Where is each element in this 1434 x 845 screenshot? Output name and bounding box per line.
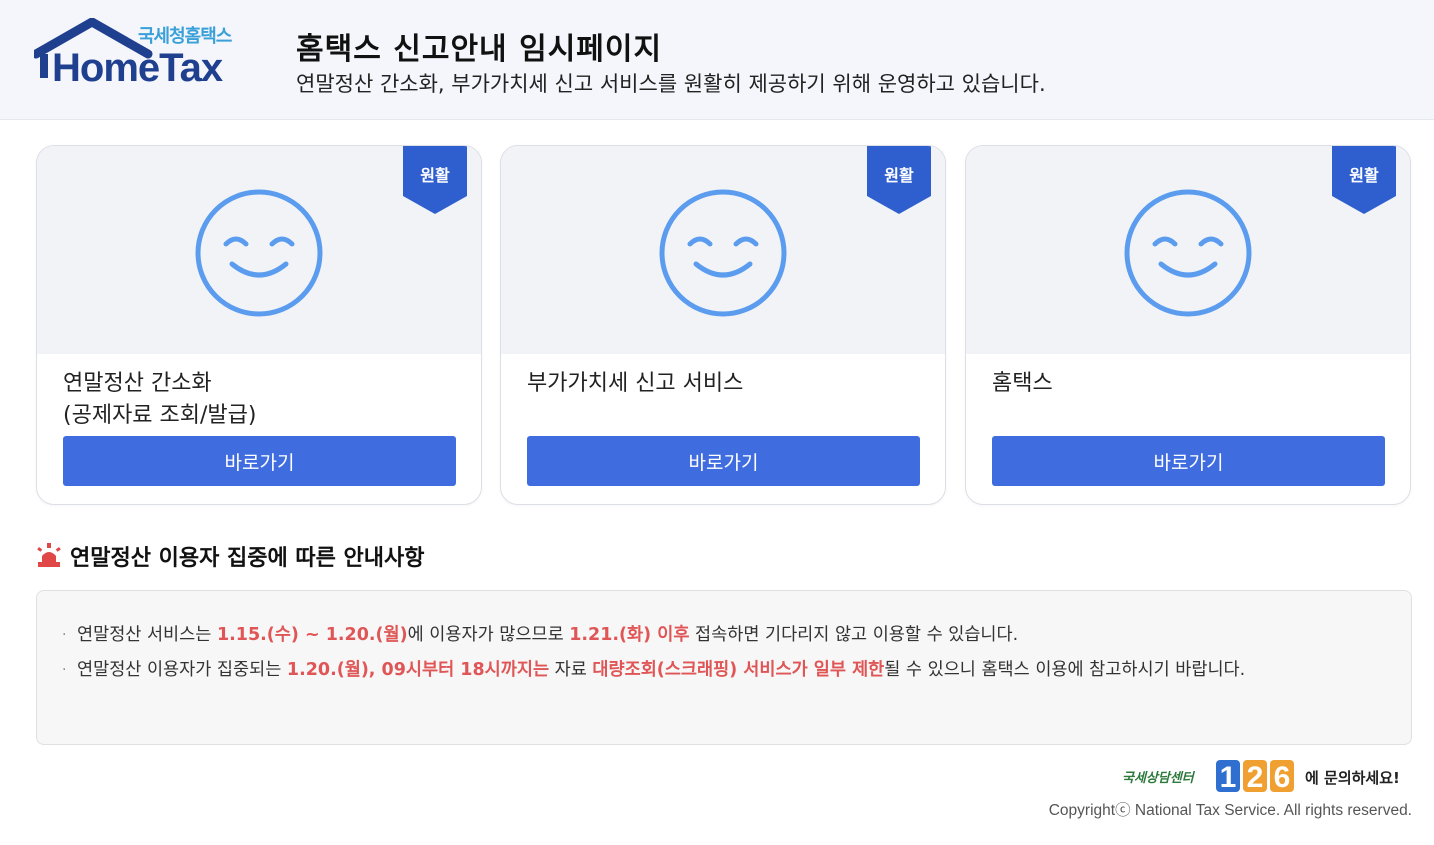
smile-icon [195, 189, 323, 317]
go-button-hometax[interactable]: 바로가기 [992, 436, 1385, 486]
call-number-text: 1 [1220, 761, 1237, 794]
page-title: 홈택스 신고안내 임시페이지 [296, 32, 663, 67]
call-number-digit: 2 [1247, 761, 1264, 794]
copyright: Copyrightⓒ National Tax Service. All rig… [1048, 802, 1412, 819]
card-title: 홈택스 [992, 371, 1053, 396]
call-center-label: 국세상담센터 [1122, 771, 1194, 786]
service-card-hometax: 원활 홈택스 바로가기 [965, 145, 1411, 505]
call-number-126: 1 26 [1216, 760, 1294, 794]
page-subtitle: 연말정산 간소화, 부가가치세 신고 서비스를 원활히 제공하기 위해 운영하고… [296, 72, 1046, 96]
siren-icon [37, 543, 61, 567]
notice-highlight: 1.21.(화) 이후 [569, 625, 690, 645]
notice-item: · 연말정산 서비스는 1.15.(수) ~ 1.20.(월)에 이용자가 많으… [62, 621, 1337, 649]
page-header: 국세청홈택스 HomeTax 홈택스 신고안내 임시페이지 연말정산 간소화, … [0, 0, 1434, 120]
card-title: 연말정산 간소화 (공제자료 조회/발급) [63, 371, 257, 428]
notice-text: 에 이용자가 많으므로 [407, 625, 570, 645]
smile-icon [659, 189, 787, 317]
notice-title: 연말정산 이용자 집중에 따른 안내사항 [70, 546, 425, 571]
notice-item: · 연말정산 이용자가 집중되는 1.20.(월), 09시부터 18시까지는 … [62, 656, 1337, 684]
notice-text: 연말정산 이용자가 집중되는 [77, 660, 287, 680]
logo-wordmark: HomeTax [52, 46, 223, 90]
card-image-area: 원활 [966, 146, 1410, 354]
go-button-yearend[interactable]: 바로가기 [63, 436, 456, 486]
hometax-logo[interactable]: 국세청홈택스 HomeTax [34, 18, 250, 92]
notice-text: 될 수 있으니 홈택스 이용에 참고하시기 바랍니다. [884, 660, 1246, 680]
service-card-yearend: 원활 연말정산 간소화 (공제자료 조회/발급) 바로가기 [36, 145, 482, 505]
notice-highlight: 대량조회(스크래핑) 서비스가 일부 제한 [592, 660, 885, 680]
status-badge: 원활 [420, 166, 450, 185]
logo-subtext: 국세청홈택스 [138, 26, 232, 47]
notice-text: 연말정산 서비스는 [77, 625, 217, 645]
bullet-icon: · [62, 662, 67, 678]
card-image-area: 원활 [37, 146, 481, 354]
call-number-digit: 6 [1274, 761, 1291, 794]
card-title: 부가가치세 신고 서비스 [527, 371, 744, 396]
smile-icon [1124, 189, 1252, 317]
go-button-vat[interactable]: 바로가기 [527, 436, 920, 486]
notice-box: · 연말정산 서비스는 1.15.(수) ~ 1.20.(월)에 이용자가 많으… [36, 590, 1412, 745]
notice-highlight: 1.15.(수) ~ 1.20.(월) [216, 625, 408, 645]
service-card-vat: 원활 부가가치세 신고 서비스 바로가기 [500, 145, 946, 505]
notice-highlight: 1.20.(월), 09시부터 18시까지는 [286, 660, 550, 680]
status-badge: 원활 [884, 166, 914, 185]
card-image-area: 원활 [501, 146, 945, 354]
bullet-icon: · [62, 627, 67, 643]
tax-call-center-banner: 국세상담센터 1 26 에 문의하세요! [1122, 758, 1412, 794]
call-center-ask: 에 문의하세요! [1305, 769, 1400, 787]
notice-text: 자료 [549, 660, 593, 680]
status-badge: 원활 [1349, 166, 1379, 185]
notice-text: 접속하면 기다리지 않고 이용할 수 있습니다. [689, 625, 1019, 645]
